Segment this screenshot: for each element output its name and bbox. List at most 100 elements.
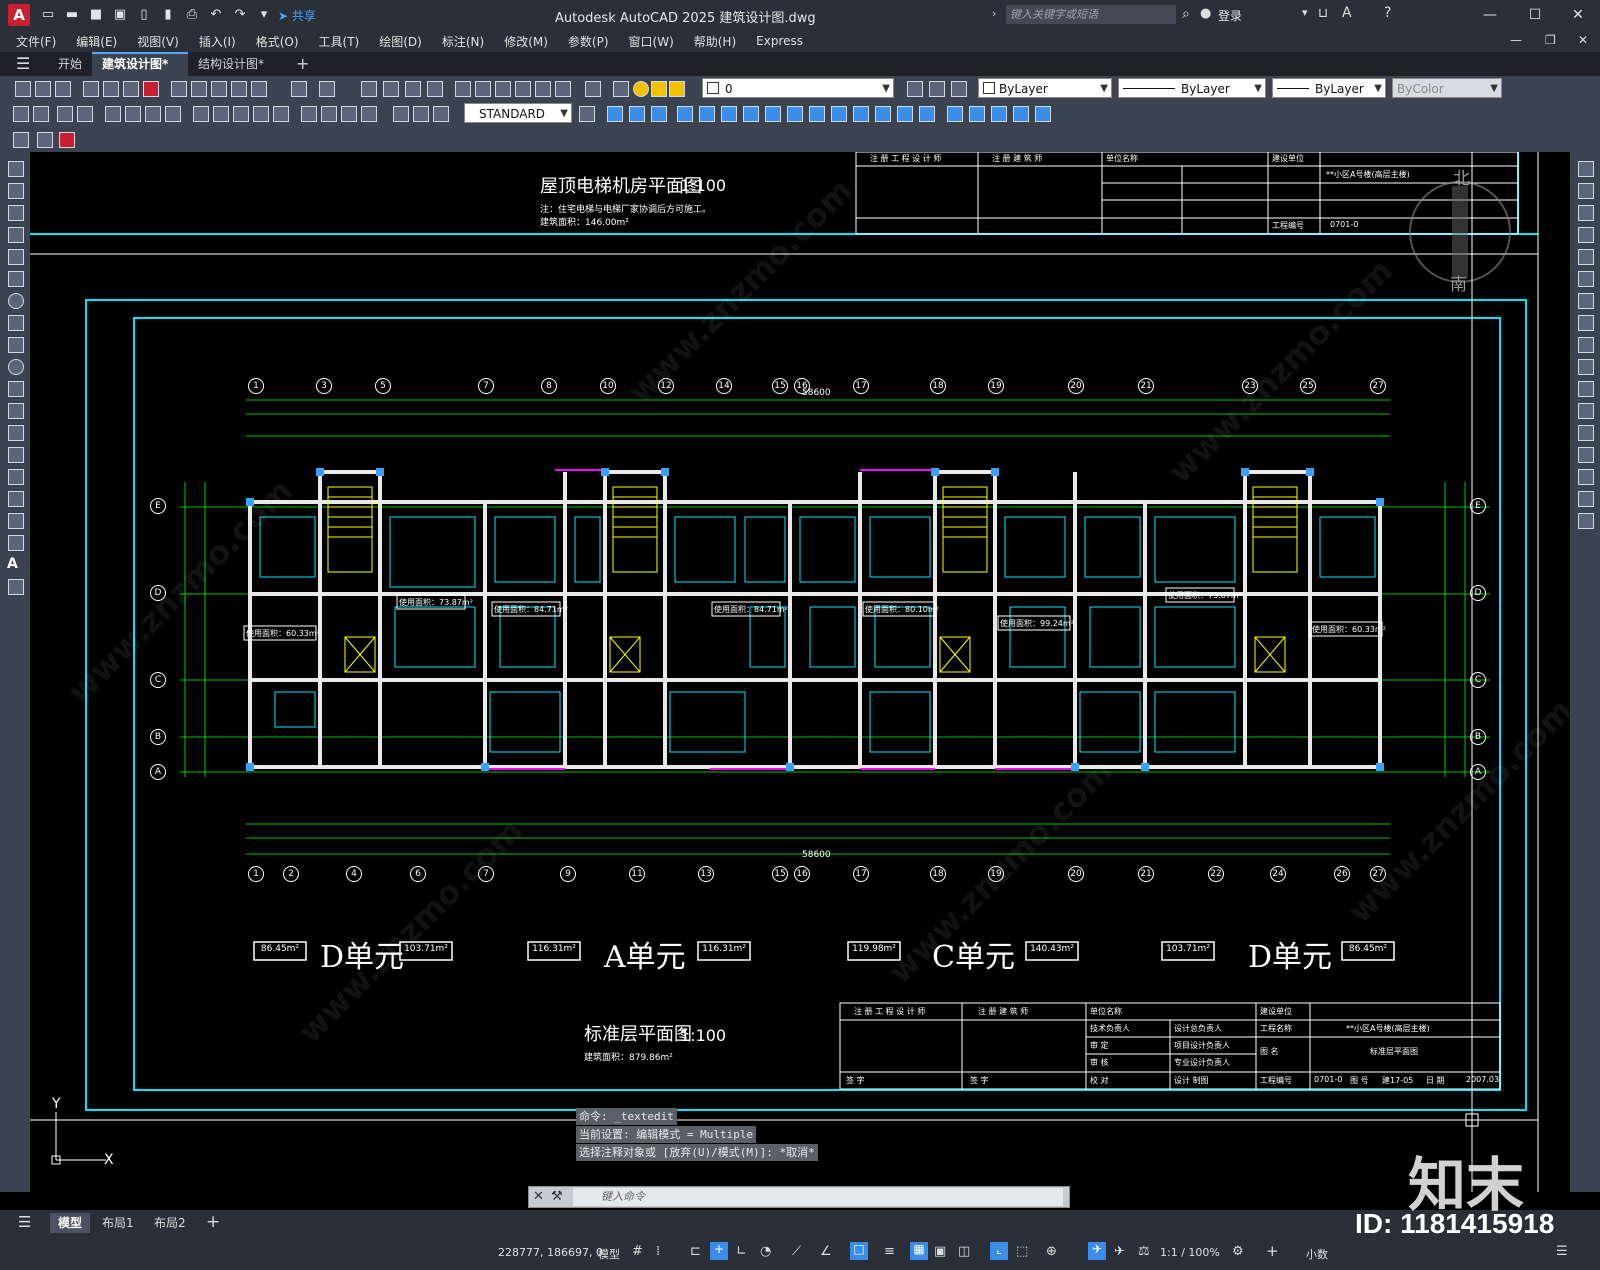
cut-icon[interactable]: [170, 80, 187, 97]
3d-osnap-icon[interactable]: ◫: [958, 1244, 970, 1259]
dim-space-icon[interactable]: [252, 105, 269, 122]
menu-draw[interactable]: 绘图(D): [379, 33, 422, 50]
selection-filter-icon[interactable]: ⬚: [1016, 1244, 1028, 1259]
menu-help[interactable]: 帮助(H): [694, 33, 736, 50]
table-icon[interactable]: [7, 534, 24, 551]
autodesk-a360-icon[interactable]: A: [1342, 5, 1352, 21]
coordinate-readout[interactable]: 228777, 186697, 0: [498, 1246, 603, 1259]
menu-view[interactable]: 视图(V): [137, 33, 179, 50]
make-block-left-icon[interactable]: [7, 424, 24, 441]
properties-icon[interactable]: [454, 80, 471, 97]
linetype-dropdown[interactable]: ByLayer ▼: [1118, 78, 1266, 98]
attribute-icon[interactable]: [58, 131, 75, 148]
search-input[interactable]: 键入关键字或短语: [1006, 5, 1176, 24]
annotation-scale-value[interactable]: 1:1 / 100%: [1160, 1246, 1220, 1259]
annotation-scale-icon[interactable]: ⚖: [1138, 1244, 1150, 1259]
array-right-icon[interactable]: [1577, 248, 1594, 265]
polyline-icon[interactable]: [7, 204, 24, 221]
open-icon[interactable]: [34, 80, 51, 97]
join-icon[interactable]: [874, 105, 891, 122]
menu-dimension[interactable]: 标注(N): [442, 33, 484, 50]
model-space-toggle[interactable]: 模型: [598, 1246, 620, 1262]
pan-icon[interactable]: [360, 80, 377, 97]
markup-icon[interactable]: [534, 80, 551, 97]
save-as-icon[interactable]: ▣: [112, 7, 128, 23]
scale-icon[interactable]: [764, 105, 781, 122]
ellipse-icon[interactable]: [7, 358, 24, 375]
cart-icon[interactable]: ⊔: [1318, 6, 1328, 21]
tool-palettes-icon[interactable]: [494, 80, 511, 97]
transparency-icon[interactable]: ▦: [910, 1242, 928, 1260]
chamfer-right-icon[interactable]: [1577, 468, 1594, 485]
baseline-dim-icon[interactable]: [212, 105, 229, 122]
paste-icon[interactable]: [210, 80, 227, 97]
aligned-dim-icon[interactable]: [32, 105, 49, 122]
publish-icon[interactable]: [122, 80, 139, 97]
plotstyle-dropdown[interactable]: ByColor ▼: [1392, 78, 1502, 98]
search-icon[interactable]: ⌕: [1182, 6, 1190, 22]
tab-start[interactable]: 开始: [48, 52, 92, 76]
break-at-point-icon[interactable]: [1577, 402, 1594, 419]
ellipse-arc-icon[interactable]: [7, 380, 24, 397]
erase-icon[interactable]: [606, 105, 623, 122]
text-style-dropdown[interactable]: STANDARD ▼: [464, 103, 572, 123]
spline-icon[interactable]: [7, 336, 24, 353]
customize-statusbar-icon[interactable]: ☰: [1556, 1244, 1568, 1259]
menu-format[interactable]: 格式(O): [256, 33, 299, 50]
tab-layout1[interactable]: 布局1: [94, 1213, 142, 1233]
layer-properties-icon[interactable]: [612, 80, 629, 97]
draworder-back-icon[interactable]: [990, 105, 1007, 122]
arc-icon[interactable]: [7, 270, 24, 287]
make-block-icon[interactable]: [36, 131, 53, 148]
undo-toolbar-icon[interactable]: [290, 80, 307, 97]
share-button[interactable]: ➤ 共享: [278, 7, 316, 24]
break-right-icon[interactable]: [1577, 424, 1594, 441]
explode-right-icon[interactable]: [1577, 512, 1594, 529]
command-customize-icon[interactable]: ⚒: [551, 1189, 563, 1204]
dim-break-icon[interactable]: [272, 105, 289, 122]
calculator-icon[interactable]: [554, 80, 571, 97]
menu-insert[interactable]: 插入(I): [199, 33, 236, 50]
array-icon[interactable]: [698, 105, 715, 122]
tolerance-icon[interactable]: [300, 105, 317, 122]
pdf-icon[interactable]: [142, 80, 159, 97]
inspection-icon[interactable]: [340, 105, 357, 122]
line-icon[interactable]: [7, 160, 24, 177]
polar-tracking-icon[interactable]: ◔: [760, 1244, 771, 1259]
save-toolbar-icon[interactable]: [54, 80, 71, 97]
lineweight-dropdown[interactable]: ByLayer ▼: [1272, 78, 1386, 98]
customize-dropdown-icon[interactable]: ▾: [256, 7, 272, 23]
extend-right-icon[interactable]: [1577, 380, 1594, 397]
undo-icon[interactable]: ↶: [208, 7, 224, 23]
menu-file[interactable]: 文件(F): [16, 33, 56, 50]
rotate-right-icon[interactable]: [1577, 292, 1594, 309]
menu-tools[interactable]: 工具(T): [319, 33, 360, 50]
tab-structure-drawing[interactable]: 结构设计图*: [188, 52, 274, 76]
scale-right-icon[interactable]: [1577, 314, 1594, 331]
tab-layout2[interactable]: 布局2: [146, 1213, 194, 1233]
annotation-visibility-icon[interactable]: ✈: [1088, 1242, 1106, 1260]
jogged-linear-icon[interactable]: [360, 105, 377, 122]
menu-window[interactable]: 窗口(W): [629, 33, 674, 50]
move-right-icon[interactable]: [1577, 270, 1594, 287]
gizmo-icon[interactable]: ⊕: [1046, 1244, 1057, 1259]
dim-edit-icon[interactable]: [392, 105, 409, 122]
zoom-previous-icon[interactable]: [426, 80, 443, 97]
units-value[interactable]: 小数: [1306, 1246, 1328, 1262]
fillet-right-icon[interactable]: [1577, 490, 1594, 507]
print-icon[interactable]: [82, 80, 99, 97]
login-button[interactable]: 登录: [1218, 7, 1242, 24]
zoom-window-icon[interactable]: [404, 80, 421, 97]
radius-dim-icon[interactable]: [104, 105, 121, 122]
login-dropdown-icon[interactable]: ▾: [1302, 6, 1308, 19]
polygon-icon[interactable]: [7, 226, 24, 243]
object-snap-icon[interactable]: □: [850, 1242, 868, 1260]
autocad-logo-button[interactable]: A: [8, 4, 30, 26]
join-right-icon[interactable]: [1577, 446, 1594, 463]
sheet-set-icon[interactable]: [514, 80, 531, 97]
dim-update-icon[interactable]: [432, 105, 449, 122]
selection-cycling-icon[interactable]: ▣: [934, 1244, 946, 1259]
mirror-right-icon[interactable]: [1577, 204, 1594, 221]
lineweight-toggle-icon[interactable]: ≡: [884, 1244, 895, 1259]
insert-block-left-icon[interactable]: [7, 402, 24, 419]
